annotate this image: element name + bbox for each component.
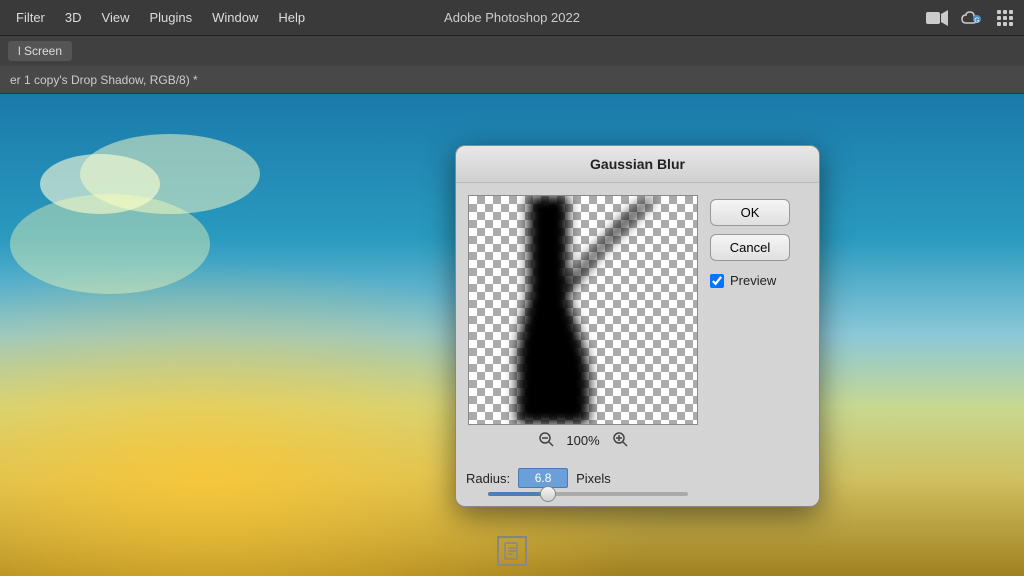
document-title-text: er 1 copy's Drop Shadow, RGB/8) * bbox=[10, 73, 198, 87]
menu-view[interactable]: View bbox=[94, 6, 138, 29]
video-icon[interactable] bbox=[926, 7, 948, 29]
document-icon[interactable] bbox=[497, 536, 527, 566]
dialog-body: 100% OK Cancel Preview bbox=[456, 183, 819, 464]
menu-items: Filter 3D View Plugins Window Help bbox=[8, 6, 313, 29]
menu-plugins[interactable]: Plugins bbox=[141, 6, 200, 29]
svg-text:G: G bbox=[974, 17, 979, 24]
radius-unit: Pixels bbox=[576, 471, 611, 486]
grid-icon[interactable] bbox=[994, 7, 1016, 29]
radius-label: Radius: bbox=[466, 471, 510, 486]
dialog-preview-area: 100% bbox=[468, 195, 698, 452]
zoom-value: 100% bbox=[566, 433, 599, 448]
radius-slider-track[interactable] bbox=[488, 492, 688, 496]
doctitle: er 1 copy's Drop Shadow, RGB/8) * bbox=[0, 66, 1024, 94]
radius-row: Radius: Pixels bbox=[456, 464, 819, 488]
radius-input[interactable] bbox=[518, 468, 568, 488]
slider-thumb[interactable] bbox=[540, 486, 556, 502]
zoom-in-icon[interactable] bbox=[612, 431, 628, 450]
slider-fill bbox=[488, 492, 548, 496]
cloud-3 bbox=[10, 194, 210, 294]
menu-window[interactable]: Window bbox=[204, 6, 266, 29]
menu-right-icons: G bbox=[926, 7, 1016, 29]
zoom-out-icon[interactable] bbox=[538, 431, 554, 450]
screen-tab[interactable]: l Screen bbox=[8, 41, 72, 61]
ok-button[interactable]: OK bbox=[710, 199, 790, 226]
app-title: Adobe Photoshop 2022 bbox=[444, 10, 580, 25]
dialog-title: Gaussian Blur bbox=[456, 146, 819, 183]
preview-label: Preview bbox=[730, 273, 776, 288]
menu-filter[interactable]: Filter bbox=[8, 6, 53, 29]
cloud-icon[interactable]: G bbox=[960, 7, 982, 29]
menu-3d[interactable]: 3D bbox=[57, 6, 90, 29]
menubar: Filter 3D View Plugins Window Help Adobe… bbox=[0, 0, 1024, 36]
dialog-controls: OK Cancel Preview bbox=[710, 195, 807, 452]
preview-canvas bbox=[468, 195, 698, 425]
zoom-row: 100% bbox=[468, 425, 698, 452]
silhouette-image bbox=[469, 196, 697, 424]
gaussian-blur-dialog: Gaussian Blur bbox=[455, 145, 820, 507]
menu-help[interactable]: Help bbox=[270, 6, 313, 29]
cancel-button[interactable]: Cancel bbox=[710, 234, 790, 261]
tabbar: l Screen bbox=[0, 36, 1024, 66]
slider-row bbox=[456, 488, 819, 506]
preview-checkbox[interactable] bbox=[710, 274, 724, 288]
preview-check-row: Preview bbox=[710, 273, 807, 288]
